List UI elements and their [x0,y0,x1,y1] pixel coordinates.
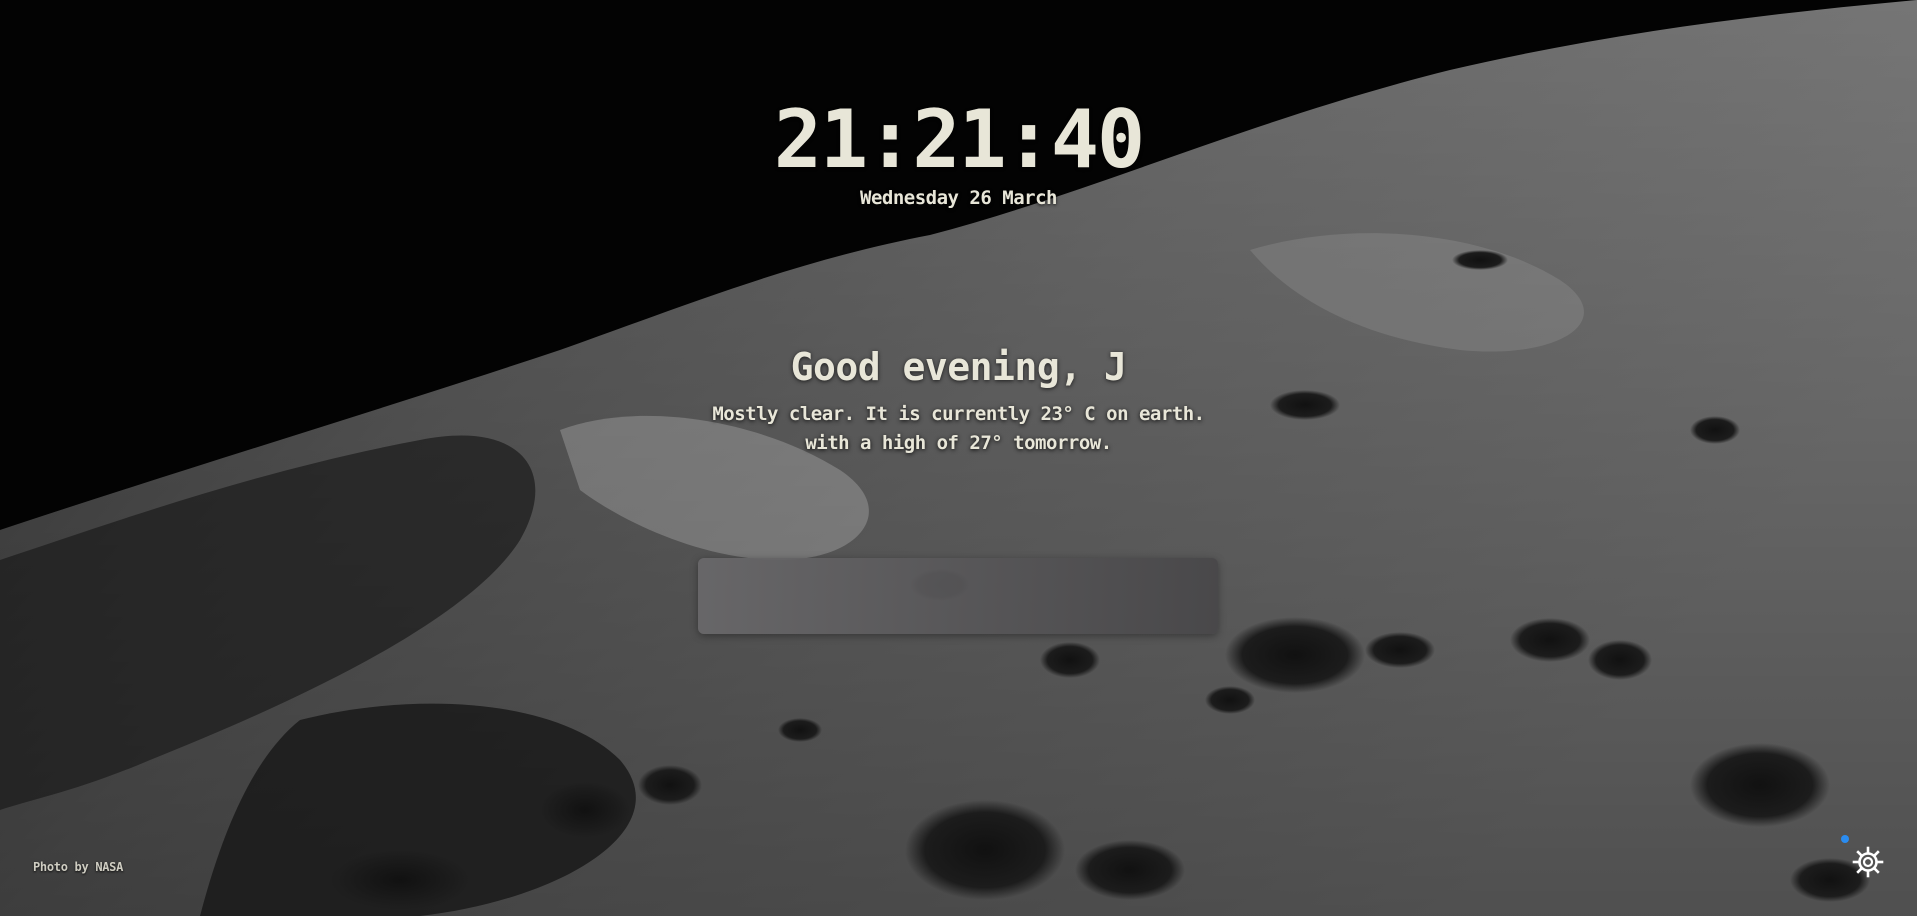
weather-line-forecast: with a high of 27° tomorrow. [805,432,1112,454]
gear-icon [1852,846,1884,878]
weather-summary: Mostly clear. It is currently 23° C on e… [0,400,1917,458]
clock-time: 21:21:40 [773,93,1145,186]
search-input[interactable] [698,558,1218,634]
notification-dot-icon [1841,835,1849,843]
photo-credit[interactable]: Photo by NASA [33,860,123,874]
weather-line-current: Mostly clear. It is currently 23° C on e… [712,403,1205,425]
settings-button[interactable] [1849,843,1887,881]
new-tab-page: 21:21:40 Wednesday 26 March Good evening… [0,0,1917,916]
greeting-text: Good evening, J [790,345,1127,389]
clock-date: Wednesday 26 March [860,187,1057,209]
